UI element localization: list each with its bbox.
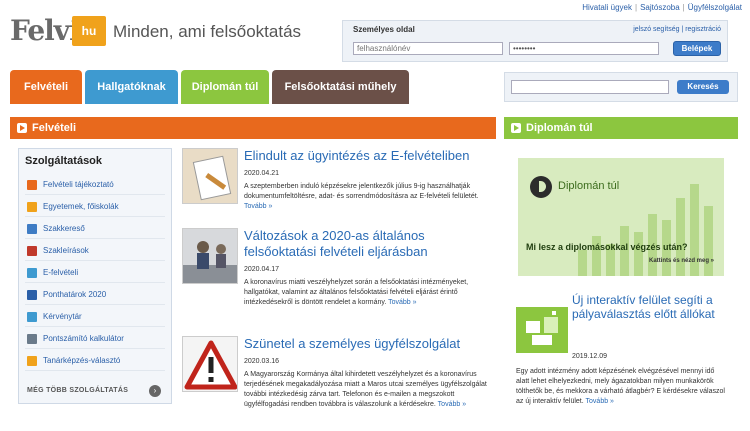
link-hivatali-ugyek[interactable]: Hivatali ügyek: [582, 3, 632, 12]
article-title[interactable]: Új interaktív felület segíti a pályavála…: [572, 293, 732, 321]
search-icon: [27, 224, 37, 234]
banner-bar: [676, 198, 685, 276]
article-title[interactable]: Változások a 2020-as általános felsőokta…: [244, 228, 492, 260]
news-article: Szünetel a személyes ügyfélszolgálat 202…: [182, 336, 494, 431]
form-icon: [27, 312, 37, 322]
news-article: Változások a 2020-as általános felsőokta…: [182, 228, 494, 328]
service-item[interactable]: E-felvételi: [25, 263, 165, 283]
article-thumbnail[interactable]: [182, 148, 238, 204]
banner-bar: [704, 206, 713, 276]
link-ugyfelszolgalat[interactable]: Ügyfélszolgálat: [688, 3, 742, 12]
tab-felsooktatasi-muhely[interactable]: Felsőoktatási műhely: [272, 70, 409, 104]
section-title-felveteli: Felvételi: [32, 122, 77, 134]
top-links: Hivatali ügyek | Sajtószoba | Ügyfélszolgála…: [582, 3, 742, 12]
service-item[interactable]: Tanárképzés-választó: [25, 351, 165, 371]
login-links[interactable]: jelszó segítség | regisztráció: [633, 26, 721, 33]
university-icon: [27, 202, 37, 212]
section-title-diploman-tul: Diplomán túl: [526, 122, 593, 134]
banner-bar: [634, 232, 643, 276]
login-box: Személyes oldal jelszó segítség | regisz…: [342, 20, 728, 62]
document-icon: [27, 180, 37, 190]
read-more-link[interactable]: Tovább »: [586, 398, 614, 405]
felvi-logo[interactable]: Felvi hu: [10, 14, 106, 48]
e-felveteli-icon: [27, 268, 37, 278]
service-item[interactable]: Egyetemek, főiskolák: [25, 197, 165, 217]
article-title[interactable]: Elindult az ügyintézés az E-felvételiben: [244, 148, 492, 164]
username-input[interactable]: [353, 42, 503, 55]
article-thumbnail[interactable]: [182, 228, 238, 284]
services-panel: Szolgáltatások Felvételi tájékoztató Egy…: [18, 148, 172, 404]
article-date: 2020.04.21: [244, 170, 280, 177]
service-item[interactable]: Pontszámító kalkulátor: [25, 329, 165, 349]
service-item[interactable]: Ponthatárok 2020: [25, 285, 165, 305]
section-header-diploman-tul[interactable]: Diplomán túl: [504, 117, 738, 139]
service-item[interactable]: Kérvénytár: [25, 307, 165, 327]
banner-question: Mi lesz a diplomásokkal végzés után?: [526, 242, 688, 252]
tab-hallgatoknak[interactable]: Hallgatóknak: [85, 70, 178, 104]
banner-cta[interactable]: Kattints és nézd meg »: [649, 258, 714, 264]
article-date: 2019.12.09: [572, 353, 608, 360]
article-body: A Magyarország Kormánya által kihirdetet…: [244, 371, 487, 408]
search-input[interactable]: [511, 80, 669, 94]
tab-diploman-tul[interactable]: Diplomán túl: [181, 70, 269, 104]
login-title: Személyes oldal: [353, 25, 415, 34]
link-sajtoszoba[interactable]: Sajtószoba: [640, 3, 680, 12]
chart-icon: [27, 290, 37, 300]
article-date: 2020.04.17: [244, 266, 280, 273]
diploman-tul-banner[interactable]: Diplomán túl Mi lesz a diplomásokkal vég…: [518, 158, 724, 276]
read-more-link[interactable]: Tovább »: [388, 299, 416, 306]
article-body: Egy adott intézmény adott képzésének elv…: [516, 368, 725, 405]
article-date: 2020.03.16: [244, 358, 280, 365]
article-body: A koronavírus miatti veszélyhelyzet sorá…: [244, 279, 469, 306]
login-button[interactable]: Belépek: [673, 41, 721, 56]
search-button[interactable]: Keresés: [677, 80, 729, 94]
search-box: Keresés: [504, 72, 738, 102]
news-article: Elindult az ügyintézés az E-felvételiben…: [182, 148, 494, 218]
article-title[interactable]: Szünetel a személyes ügyfélszolgálat: [244, 336, 492, 352]
logo-hu-badge: hu: [72, 16, 106, 46]
article-thumbnail[interactable]: [182, 336, 238, 392]
article-body: A szeptemberben induló képzésekre jelent…: [244, 183, 479, 210]
arrow-icon: [17, 123, 27, 133]
arrow-right-icon[interactable]: ›: [149, 385, 161, 397]
section-header-felveteli[interactable]: Felvételi: [10, 117, 496, 139]
diploman-tul-logo-icon: [530, 176, 552, 198]
service-item[interactable]: Szakleírások: [25, 241, 165, 261]
service-item[interactable]: Felvételi tájékoztató: [25, 175, 165, 195]
banner-bar: [578, 250, 587, 276]
service-item[interactable]: Szakkereső: [25, 219, 165, 239]
site-tagline: Minden, ami felsőoktatás: [113, 22, 302, 41]
more-services-link[interactable]: MÉG TÖBB SZOLGÁLTATÁS: [27, 387, 128, 394]
teacher-icon: [27, 356, 37, 366]
arrow-icon: [511, 123, 521, 133]
read-more-link[interactable]: Tovább »: [438, 401, 466, 408]
tab-felveteli[interactable]: Felvételi: [10, 70, 82, 104]
banner-title: Diplomán túl: [558, 180, 620, 192]
logo-text: Felvi: [10, 14, 80, 47]
description-icon: [27, 246, 37, 256]
services-title: Szolgáltatások: [25, 155, 103, 167]
password-input[interactable]: [509, 42, 659, 55]
read-more-link[interactable]: Tovább »: [244, 203, 272, 210]
calculator-icon: [27, 334, 37, 344]
interactive-interface-icon[interactable]: [516, 307, 568, 353]
